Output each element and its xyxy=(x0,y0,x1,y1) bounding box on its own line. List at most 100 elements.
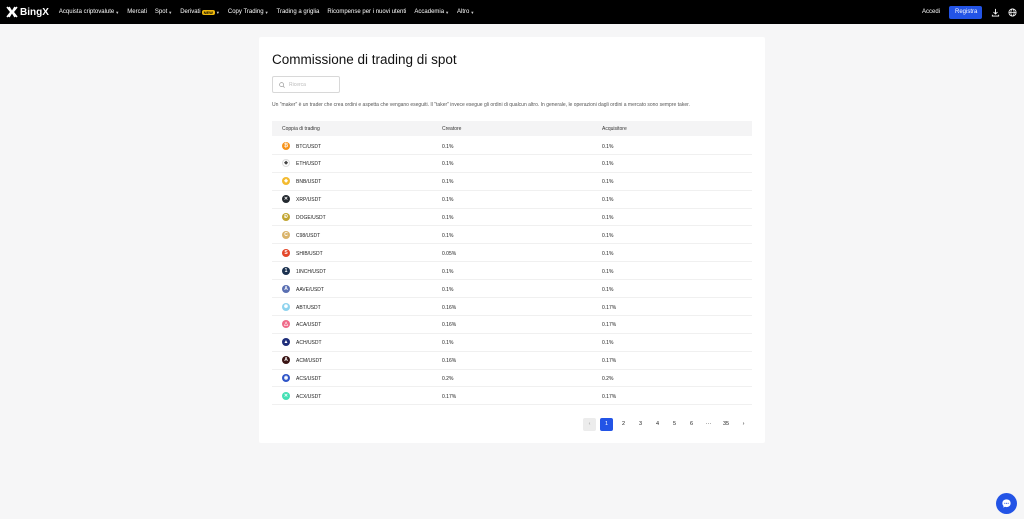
table-row: Ð DOGE/USDT 0.1% 0.1% xyxy=(272,209,752,227)
cell-taker: 0.1% xyxy=(602,250,614,257)
cell-maker: 0.1% xyxy=(442,215,454,222)
nav-item[interactable]: Derivati NEW ▼ xyxy=(180,9,220,15)
nav-item-label: Mercati xyxy=(127,9,147,15)
cell-maker: 0.16% xyxy=(442,322,457,329)
cell-pair: 1INCH/USDT xyxy=(296,268,327,275)
page-button[interactable]: 3 xyxy=(634,418,647,431)
cell-taker: 0.1% xyxy=(602,161,614,168)
cell-taker: 0.1% xyxy=(602,143,614,150)
header-pair: Coppia di trading xyxy=(282,126,320,132)
fee-table-body: ₿ BTC/USDT 0.1% 0.1% ◆ ETH/USDT 0.1% 0.1% ◈ BNB/U… xyxy=(272,137,752,406)
cell-taker: 0.17% xyxy=(602,358,617,365)
nav-item-label: Accademia xyxy=(414,9,445,15)
chevron-down-icon: ▼ xyxy=(264,9,269,15)
cell-pair: ACM/USDT xyxy=(296,358,323,365)
nav-item-label: Copy Trading xyxy=(227,9,264,15)
cell-taker: 0.17% xyxy=(602,322,617,329)
cell-maker: 0.1% xyxy=(442,232,454,239)
search-icon xyxy=(279,81,285,88)
nav-item[interactable]: Accademia ▼ xyxy=(414,9,449,15)
cell-pair: ETH/USDT xyxy=(296,161,321,168)
support-chat-button[interactable] xyxy=(996,493,1017,514)
coin-icon: ▲ xyxy=(282,338,290,347)
page-button[interactable]: 6 xyxy=(685,418,698,431)
nav-item-label: Altro xyxy=(457,9,470,15)
coin-icon: ✕ xyxy=(282,195,290,204)
chevron-down-icon: ▼ xyxy=(215,9,220,15)
coin-icon: 1 xyxy=(282,266,290,275)
coin-icon: C xyxy=(282,230,290,239)
coin-icon: ◆ xyxy=(282,159,290,168)
cell-taker: 0.1% xyxy=(602,268,614,275)
login-link[interactable]: Accedi xyxy=(922,9,940,15)
table-row: C C98/USDT 0.1% 0.1% xyxy=(272,226,752,245)
page-button[interactable]: 4 xyxy=(651,418,664,431)
page-button[interactable]: 1 xyxy=(600,418,613,431)
globe-icon[interactable] xyxy=(1007,7,1017,17)
nav-item[interactable]: Mercati xyxy=(127,9,147,15)
search-input[interactable] xyxy=(289,81,334,88)
chat-icon xyxy=(1002,499,1011,508)
new-badge: NEW xyxy=(201,9,215,15)
cell-taker: 0.1% xyxy=(602,340,614,347)
cell-taker: 0.1% xyxy=(602,215,614,222)
cell-maker: 0.05% xyxy=(442,250,457,257)
cell-maker: 0.1% xyxy=(442,268,454,275)
nav-item-label: Ricompense per i nuovi utenti xyxy=(327,9,407,15)
header-maker: Creatore xyxy=(442,126,462,132)
cell-pair: ACX/USDT xyxy=(296,393,322,400)
nav-item[interactable]: Acquista criptovalute ▼ xyxy=(59,9,119,15)
coin-icon: ✺ xyxy=(282,302,290,311)
prev-page-button[interactable]: ‹ xyxy=(583,418,596,431)
coin-icon: Ð xyxy=(282,213,290,222)
search-box[interactable] xyxy=(272,76,340,93)
cell-maker: 0.1% xyxy=(442,161,454,168)
table-row: △ ACA/USDT 0.16% 0.17% xyxy=(272,316,752,334)
pagination-ellipsis[interactable]: ··· xyxy=(702,418,715,431)
top-nav-bar: BingX Acquista criptovalute ▼ Mercati Spot ▼… xyxy=(0,0,1024,24)
nav-item[interactable]: Altro ▼ xyxy=(457,9,474,15)
nav-item[interactable]: Copy Trading ▼ xyxy=(228,9,269,15)
next-page-button[interactable]: › xyxy=(737,418,750,431)
chevron-down-icon: ▼ xyxy=(445,9,450,15)
nav-item[interactable]: Ricompense per i nuovi utenti xyxy=(327,9,406,15)
cell-taker: 0.2% xyxy=(602,376,614,383)
download-icon[interactable] xyxy=(990,7,1000,17)
table-row: ✕ ACX/USDT 0.17% 0.17% xyxy=(272,387,752,406)
header-taker: Acquisitore xyxy=(602,126,627,132)
table-row: A AAVE/USDT 0.1% 0.1% xyxy=(272,280,752,299)
coin-icon: ◈ xyxy=(282,177,290,186)
coin-icon: A xyxy=(282,356,290,365)
bingx-logo[interactable]: BingX xyxy=(6,6,49,18)
pagination: ‹ 1 2 3 4 5 6 ··· 35 › xyxy=(583,418,754,431)
bingx-logo-icon xyxy=(6,6,18,18)
cell-pair: ACS/USDT xyxy=(296,376,322,383)
table-row: A ACM/USDT 0.16% 0.17% xyxy=(272,352,752,370)
coin-icon: S xyxy=(282,248,290,257)
table-row: ◉ ACS/USDT 0.2% 0.2% xyxy=(272,370,752,388)
table-header: Coppia di trading Creatore Acquisitore xyxy=(272,121,752,136)
table-row: ◈ BNB/USDT 0.1% 0.1% xyxy=(272,173,752,191)
cell-pair: SHIB/USDT xyxy=(296,250,323,257)
cell-taker: 0.17% xyxy=(602,304,617,311)
cell-maker: 0.1% xyxy=(442,286,454,293)
chevron-down-icon: ▼ xyxy=(115,9,120,15)
main-nav: Acquista criptovalute ▼ Mercati Spot ▼ Deriva… xyxy=(59,9,482,15)
cell-maker: 0.16% xyxy=(442,358,457,365)
nav-item-label: Spot xyxy=(154,9,168,15)
page-button[interactable]: 35 xyxy=(719,418,733,431)
fee-card: Commissione di trading di spot Un "maker… xyxy=(259,37,765,443)
page-button[interactable]: 5 xyxy=(668,418,681,431)
table-row: ◆ ETH/USDT 0.1% 0.1% xyxy=(272,155,752,173)
cell-maker: 0.16% xyxy=(442,304,457,311)
nav-item[interactable]: Spot ▼ xyxy=(155,9,172,15)
coin-icon: ◉ xyxy=(282,374,290,383)
register-button[interactable]: Registra xyxy=(949,5,982,19)
cell-taker: 0.17% xyxy=(602,393,617,400)
nav-item-label: Trading a griglia xyxy=(276,9,320,15)
cell-taker: 0.1% xyxy=(602,197,614,204)
maker-taker-description: Un "maker" è un trader che crea ordini e… xyxy=(272,102,690,108)
page-button[interactable]: 2 xyxy=(617,418,630,431)
nav-item[interactable]: Trading a griglia xyxy=(277,9,320,15)
cell-taker: 0.1% xyxy=(602,286,614,293)
